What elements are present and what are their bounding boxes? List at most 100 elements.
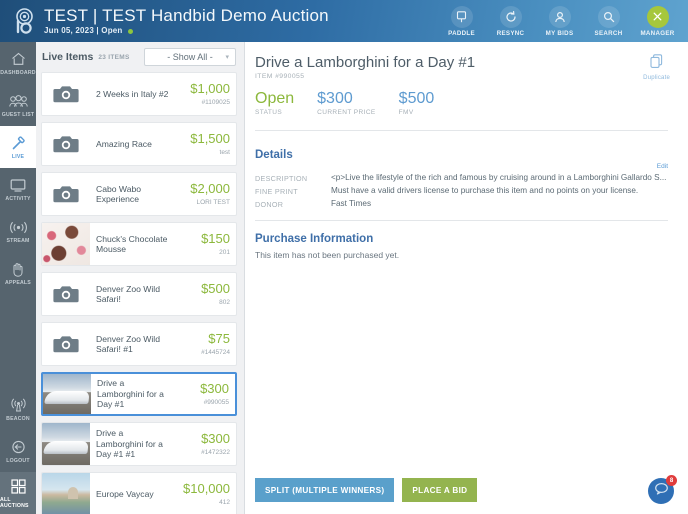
item-image-lamborghini xyxy=(43,374,91,414)
list-item[interactable]: Amazing Race $1,500 test xyxy=(41,122,237,166)
divider xyxy=(255,220,668,221)
item-meta: $75 #1445724 xyxy=(174,323,236,365)
nav-item-guest-list[interactable]: GUEST LIST xyxy=(0,84,36,126)
beacon-icon xyxy=(10,397,26,414)
detail-item-id: ITEM #990055 xyxy=(255,73,305,80)
nav-rail-bottom: BEACON LOGOUT ALL AUCTIONS xyxy=(0,388,36,514)
place-a-bid-button[interactable]: PLACE A BID xyxy=(402,478,478,502)
list-item[interactable]: Europe Vaycay $10,000 412 xyxy=(41,472,237,514)
item-thumbnail-placeholder xyxy=(42,323,90,365)
item-price: $300 xyxy=(201,431,230,446)
nav-item-dashboard[interactable]: DASHBOARD xyxy=(0,42,36,84)
item-thumbnail-placeholder xyxy=(42,73,90,115)
list-item[interactable]: Denver Zoo Wild Safari! #1 $75 #1445724 xyxy=(41,322,237,366)
nav-item-activity[interactable]: ACTIVITY xyxy=(0,168,36,210)
nav-item-appeals[interactable]: APPEALS xyxy=(0,252,36,294)
top-action-resync[interactable]: RESYNC xyxy=(486,5,535,37)
list-item[interactable]: Cabo Wabo Experience $2,000 LORI TEST xyxy=(41,172,237,216)
list-item-selected[interactable]: Drive a Lamborghini for a Day #1 $300 #9… xyxy=(41,372,237,416)
item-name-wrap: Denver Zoo Wild Safari! #1 xyxy=(90,323,174,365)
stat-status: Open STATUS xyxy=(255,90,294,116)
app-root: TEST | TEST Handbid Demo Auction Jun 05,… xyxy=(0,0,688,514)
item-meta: $300 #1472322 xyxy=(174,423,236,465)
item-thumbnail xyxy=(42,223,90,265)
nav-item-label: LIVE xyxy=(11,153,25,160)
item-count-label: 23 ITEMS xyxy=(98,53,130,61)
item-list-title: Live Items xyxy=(42,51,94,63)
item-meta: $1,500 test xyxy=(174,123,236,165)
top-action-paddle[interactable]: PADDLE xyxy=(437,5,486,37)
detail-field-fine-print: FINE PRINT Must have a valid drivers lic… xyxy=(255,186,672,196)
item-name-wrap: Denver Zoo Wild Safari! xyxy=(90,273,174,315)
list-item[interactable]: Denver Zoo Wild Safari! $500 802 xyxy=(41,272,237,316)
item-stats: Open STATUS $300 CURRENT PRICE $500 FMV xyxy=(255,90,672,116)
detail-item-title: Drive a Lamborghini for a Day #1 xyxy=(255,54,476,71)
search-icon xyxy=(597,5,620,28)
item-image-europe xyxy=(42,473,90,514)
nav-item-stream[interactable]: STREAM xyxy=(0,210,36,252)
field-key: DONOR xyxy=(255,200,284,209)
nav-item-label: LOGOUT xyxy=(6,457,30,464)
item-thumbnail xyxy=(43,374,91,414)
item-filter-dropdown[interactable]: - Show All - ▾ xyxy=(144,48,236,66)
item-filter-value: - Show All - xyxy=(167,52,213,62)
list-item[interactable]: 2 Weeks in Italy #2 $1,000 #1109025 xyxy=(41,72,237,116)
item-name: Europe Vaycay xyxy=(96,488,154,499)
stat-caption: FMV xyxy=(398,109,414,116)
item-price: $500 xyxy=(201,281,230,296)
item-name-wrap: Chuck's Chocolate Mousse xyxy=(90,223,174,265)
field-value: Fast Times xyxy=(331,199,372,208)
list-item[interactable]: Drive a Lamborghini for a Day #1 #1 $300… xyxy=(41,422,237,466)
item-meta: $150 201 xyxy=(174,223,236,265)
item-code: #1445724 xyxy=(201,349,230,356)
item-name: Drive a Lamborghini for a Day #1 xyxy=(97,378,164,410)
chevron-down-icon: ▾ xyxy=(225,54,229,61)
item-code: #1109025 xyxy=(201,99,230,106)
item-image-lamborghini xyxy=(42,423,90,465)
duplicate-button[interactable]: Duplicate xyxy=(643,54,670,81)
item-list-scroll[interactable]: 2 Weeks in Italy #2 $1,000 #1109025 Amaz… xyxy=(36,72,244,514)
edit-link[interactable]: Edit xyxy=(255,163,672,170)
item-image-mousse xyxy=(42,223,90,265)
item-meta: $1,000 #1109025 xyxy=(174,73,236,115)
item-meta: $300 #990055 xyxy=(173,374,235,414)
nav-item-all-auctions[interactable]: ALL AUCTIONS xyxy=(0,472,36,514)
stat-caption: STATUS xyxy=(255,109,283,116)
nav-item-logout[interactable]: LOGOUT xyxy=(0,430,36,472)
nav-item-beacon[interactable]: BEACON xyxy=(0,388,36,430)
broadcast-icon xyxy=(9,219,28,236)
list-item[interactable]: Chuck's Chocolate Mousse $150 201 xyxy=(41,222,237,266)
detail-field-description: DESCRIPTION <p>Live the lifestyle of the… xyxy=(255,173,672,183)
page-title: Drive a Lamborghini for a Day #1 ITEM #9… xyxy=(255,54,672,80)
nav-item-label: DASHBOARD xyxy=(0,69,36,76)
top-action-search[interactable]: SEARCH xyxy=(584,5,633,37)
divider xyxy=(255,130,668,131)
item-meta: $10,000 412 xyxy=(174,473,236,514)
nav-item-live[interactable]: LIVE xyxy=(0,126,36,168)
top-action-manager[interactable]: MANAGER xyxy=(633,5,682,37)
top-action-label: MY BIDS xyxy=(545,29,574,37)
item-detail-pane: Drive a Lamborghini for a Day #1 ITEM #9… xyxy=(245,42,688,514)
top-action-my-bids[interactable]: MY BIDS xyxy=(535,5,584,37)
people-icon xyxy=(8,93,28,110)
split-multiple-winners-button[interactable]: SPLIT (MULTIPLE WINNERS) xyxy=(255,478,395,502)
monitor-icon xyxy=(10,177,26,194)
item-meta: $2,000 LORI TEST xyxy=(174,173,236,215)
stat-value: $500 xyxy=(398,90,435,107)
item-code: 201 xyxy=(219,249,230,256)
purchase-status-text: This item has not been purchased yet. xyxy=(255,250,400,260)
item-code: #990055 xyxy=(203,399,229,406)
grid-icon xyxy=(10,478,26,495)
item-name: Amazing Race xyxy=(96,138,152,149)
field-value: <p>Live the lifestyle of the rich and fa… xyxy=(331,173,667,182)
stat-value: Open xyxy=(255,90,295,107)
item-name: Denver Zoo Wild Safari! xyxy=(96,283,160,305)
item-name: Drive a Lamborghini for a Day #1 #1 xyxy=(96,428,163,460)
auction-title: TEST | TEST Handbid Demo Auction xyxy=(44,6,329,25)
home-icon xyxy=(11,51,26,68)
field-key: DESCRIPTION xyxy=(255,174,308,183)
auction-subtitle: Jun 05, 2023 | Open xyxy=(44,27,329,35)
item-code: 802 xyxy=(219,299,230,306)
gavel-icon xyxy=(11,135,26,152)
nav-item-label: BEACON xyxy=(6,415,30,422)
